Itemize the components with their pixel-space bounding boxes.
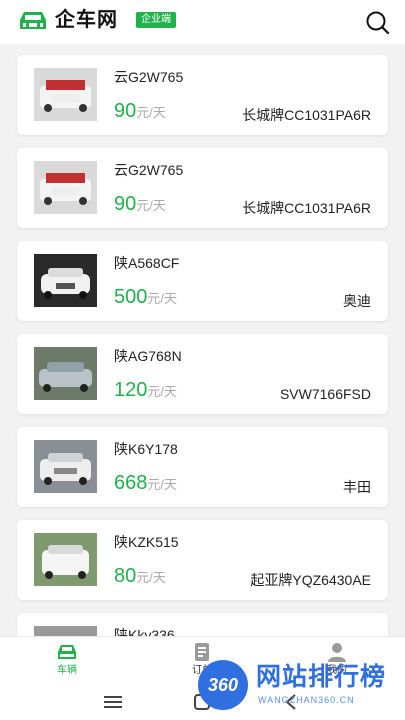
price-value: 80 xyxy=(114,565,137,587)
price-value: 90 xyxy=(114,100,137,122)
order-icon xyxy=(195,643,209,661)
vehicle-price: 80元/天 xyxy=(114,563,166,591)
vehicle-photo xyxy=(34,254,97,307)
vehicle-price: 120元/天 xyxy=(114,377,177,405)
search-icon[interactable] xyxy=(364,9,390,35)
vehicle-list[interactable]: 云G2W765 90元/天 长城牌CC1031PA6R 云G2W765 90元/… xyxy=(0,44,405,636)
home-icon[interactable] xyxy=(190,692,214,712)
price-value: 120 xyxy=(114,379,148,401)
enterprise-badge: 企业端 xyxy=(136,12,176,28)
vehicle-plate: 云G2W765 xyxy=(114,162,184,178)
price-value: 90 xyxy=(114,193,137,215)
vehicle-photo xyxy=(34,68,97,121)
vehicle-model: SVW7166FSD xyxy=(279,386,371,402)
vehicle-photo xyxy=(34,440,97,493)
vehicle-photo xyxy=(34,161,97,214)
car-logo-icon xyxy=(20,12,46,29)
vehicle-photo xyxy=(34,347,97,400)
price-unit: 元/天 xyxy=(136,198,166,213)
price-value: 500 xyxy=(114,286,148,308)
tab-label: 车辆 xyxy=(57,665,77,676)
price-value: 668 xyxy=(114,472,148,494)
vehicle-plate: 陕K6Y178 xyxy=(114,441,178,457)
vehicle-price: 90元/天 xyxy=(114,98,166,126)
vehicle-plate: 云G2W765 xyxy=(114,69,184,85)
price-unit: 元/天 xyxy=(147,477,177,492)
vehicle-photo xyxy=(34,626,97,636)
price-unit: 元/天 xyxy=(136,105,166,120)
vehicle-card[interactable]: 陕K6Y178 668元/天 丰田 xyxy=(17,427,388,507)
vehicle-price: 90元/天 xyxy=(114,191,166,219)
vehicle-price: 500元/天 xyxy=(114,284,177,312)
vehicle-card[interactable]: 云G2W765 90元/天 长城牌CC1031PA6R xyxy=(17,148,388,228)
vehicle-card[interactable]: 云G2W765 90元/天 长城牌CC1031PA6R xyxy=(17,55,388,135)
profile-icon xyxy=(328,643,346,662)
tab-profile[interactable]: 我的 xyxy=(307,642,367,682)
vehicle-price: 668元/天 xyxy=(114,470,177,498)
app-logo-text: 企车网 xyxy=(55,9,118,31)
price-unit: 元/天 xyxy=(147,384,177,399)
vehicle-model: 丰田 xyxy=(343,479,371,495)
vehicle-plate: 陕Kky336 xyxy=(114,627,175,636)
tab-vehicles[interactable]: 车辆 xyxy=(37,642,97,682)
bottom-tab-bar: 车辆 订单 我的 xyxy=(0,636,405,684)
menu-icon[interactable] xyxy=(101,692,125,712)
vehicle-photo xyxy=(34,533,97,586)
vehicle-model: 起亚牌YQZ6430AE xyxy=(250,572,371,588)
price-unit: 元/天 xyxy=(136,570,166,585)
tab-label: 订单 xyxy=(192,665,212,676)
car-icon xyxy=(58,645,76,659)
vehicle-plate: 陕AG768N xyxy=(114,348,182,364)
system-nav-bar xyxy=(0,684,405,720)
price-unit: 元/天 xyxy=(147,291,177,306)
tab-orders[interactable]: 订单 xyxy=(172,642,232,682)
vehicle-model: 长城牌CC1031PA6R xyxy=(242,107,371,123)
vehicle-plate: 陕KZK515 xyxy=(114,534,179,550)
vehicle-card[interactable]: 陕Kky336 xyxy=(17,613,388,636)
app-header: 企车网 企业端 xyxy=(0,0,405,44)
vehicle-card[interactable]: 陕A568CF 500元/天 奥迪 xyxy=(17,241,388,321)
tab-label: 我的 xyxy=(327,665,347,676)
back-icon[interactable] xyxy=(280,692,304,712)
vehicle-card[interactable]: 陕AG768N 120元/天 SVW7166FSD xyxy=(17,334,388,414)
vehicle-card[interactable]: 陕KZK515 80元/天 起亚牌YQZ6430AE xyxy=(17,520,388,600)
vehicle-model: 奥迪 xyxy=(343,293,371,309)
vehicle-model: 长城牌CC1031PA6R xyxy=(242,200,371,216)
vehicle-plate: 陕A568CF xyxy=(114,255,180,271)
